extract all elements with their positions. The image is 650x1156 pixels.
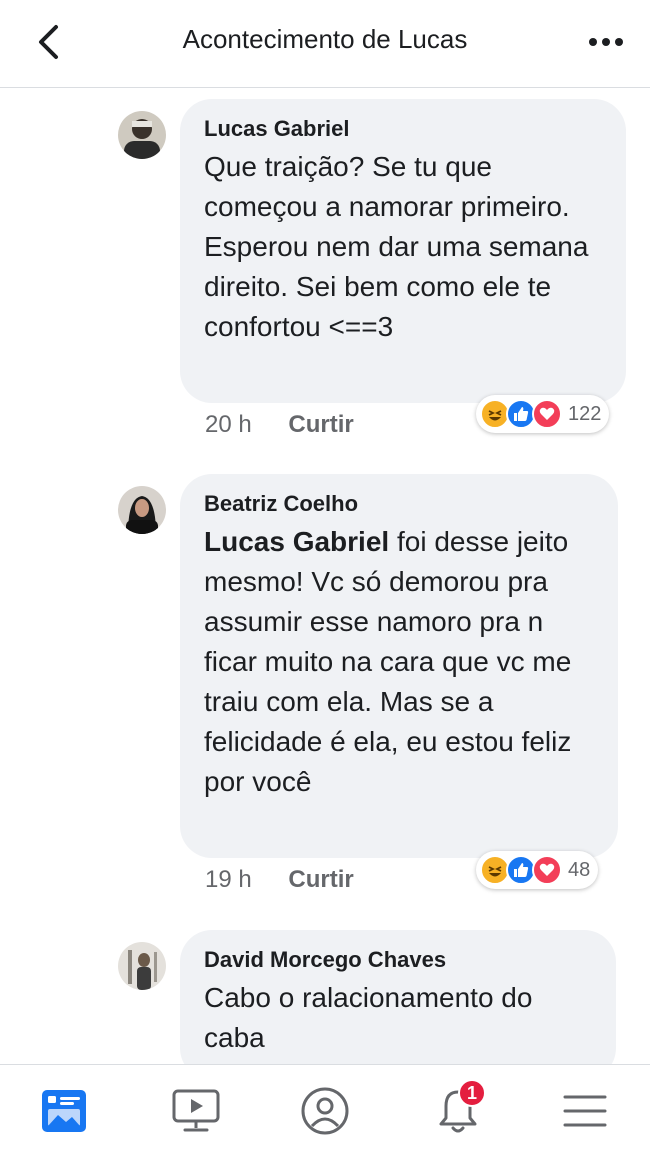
reactions-summary[interactable]: 48	[476, 851, 599, 889]
top-bar: Acontecimento de Lucas	[0, 0, 650, 88]
comment-timestamp[interactable]: 20 h	[205, 411, 252, 438]
comment-meta: 20 h Curtir	[205, 411, 354, 439]
love-icon	[532, 855, 562, 885]
comment-meta: 19 h Curtir	[205, 866, 354, 894]
tab-menu[interactable]	[555, 1083, 615, 1139]
comment-author[interactable]: David Morcego Chaves	[204, 946, 592, 974]
comment-bubble[interactable]: David Morcego Chaves Cabo o ralacionamen…	[180, 930, 616, 1064]
notification-badge: 1	[458, 1079, 486, 1107]
avatar[interactable]	[118, 942, 166, 990]
tab-watch[interactable]	[166, 1083, 226, 1139]
comment-timestamp[interactable]: 19 h	[205, 866, 252, 893]
comment-author[interactable]: Lucas Gabriel	[204, 115, 602, 143]
avatar[interactable]	[118, 111, 166, 159]
comments-feed[interactable]: Lucas Gabriel Que traição? Se tu que com…	[0, 89, 650, 1064]
reaction-count: 48	[568, 858, 591, 881]
bottom-tab-bar: 1	[0, 1064, 650, 1156]
more-dots-icon	[589, 38, 623, 46]
menu-icon	[563, 1095, 607, 1127]
tab-news-feed[interactable]	[34, 1083, 94, 1139]
comment-text: Lucas Gabriel foi desse jeito mesmo! Vc …	[204, 522, 594, 802]
love-icon	[532, 399, 562, 429]
profile-icon	[301, 1087, 349, 1135]
more-options-button[interactable]	[586, 22, 626, 62]
reactions-summary[interactable]: 122	[476, 395, 610, 433]
comment-author[interactable]: Beatriz Coelho	[204, 490, 594, 518]
comment-bubble[interactable]: Lucas Gabriel Que traição? Se tu que com…	[180, 99, 626, 403]
reaction-count: 122	[568, 402, 602, 425]
user-avatar-icon	[118, 486, 166, 534]
comment-bubble[interactable]: Beatriz Coelho Lucas Gabriel foi desse j…	[180, 474, 618, 858]
watch-icon	[172, 1089, 220, 1132]
page-title: Acontecimento de Lucas	[182, 24, 468, 54]
user-avatar-icon	[118, 942, 166, 990]
comment-text: Cabo o ralacionamento do caba	[204, 982, 533, 1053]
tab-notifications[interactable]: 1	[428, 1079, 488, 1139]
tab-profile[interactable]	[295, 1083, 355, 1139]
user-avatar-icon	[118, 111, 166, 159]
like-button[interactable]: Curtir	[288, 411, 353, 438]
like-button[interactable]: Curtir	[288, 866, 353, 893]
comment-text: Que traição? Se tu que começou a namorar…	[204, 151, 589, 342]
mention-link[interactable]: Lucas Gabriel	[204, 526, 389, 557]
avatar[interactable]	[118, 486, 166, 534]
comment-body: foi desse jeito mesmo! Vc só demorou pra…	[204, 526, 572, 797]
news-feed-icon	[42, 1090, 86, 1132]
